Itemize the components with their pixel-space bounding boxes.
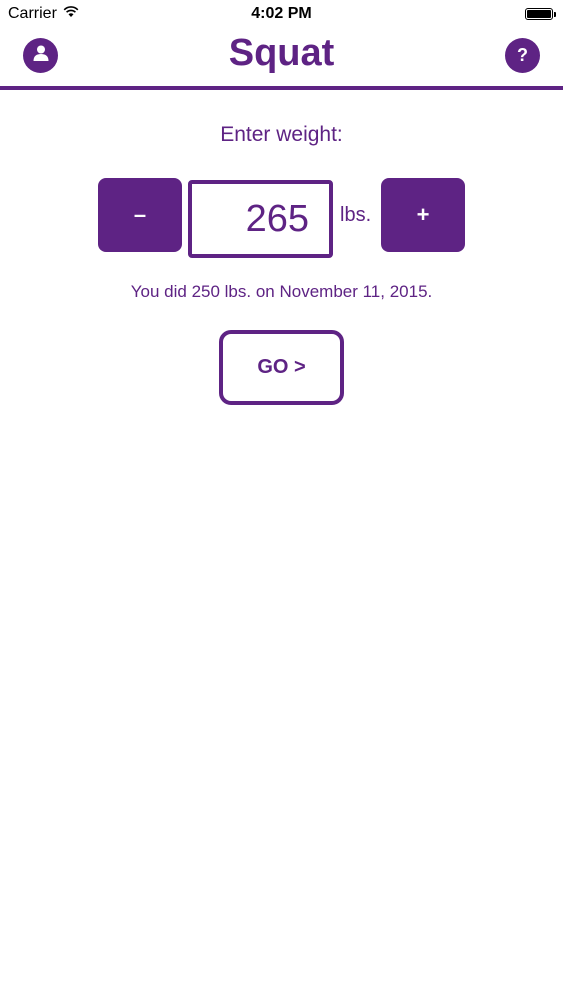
weight-input[interactable] [188, 180, 333, 258]
battery-fill [527, 10, 551, 18]
status-bar: Carrier 4:02 PM [0, 0, 563, 30]
increment-button[interactable]: + [381, 178, 465, 252]
page-title: Squat [228, 32, 335, 74]
plus-label: + [416, 202, 430, 227]
history-text: You did 250 lbs. on November 11, 2015. [130, 282, 433, 301]
unit-label: lbs. [340, 204, 372, 226]
battery-tip [554, 12, 556, 17]
minus-label: – [133, 202, 147, 227]
nav-bar: Squat ? [0, 30, 563, 90]
decrement-button[interactable]: – [98, 178, 182, 252]
help-button[interactable]: ? [505, 38, 540, 73]
help-icon: ? [517, 45, 528, 65]
go-button[interactable]: GO > [219, 330, 344, 405]
status-time: 4:02 PM [251, 5, 312, 22]
enter-weight-label: Enter weight: [220, 123, 343, 146]
go-label: GO > [257, 356, 306, 378]
battery-icon [525, 8, 556, 20]
